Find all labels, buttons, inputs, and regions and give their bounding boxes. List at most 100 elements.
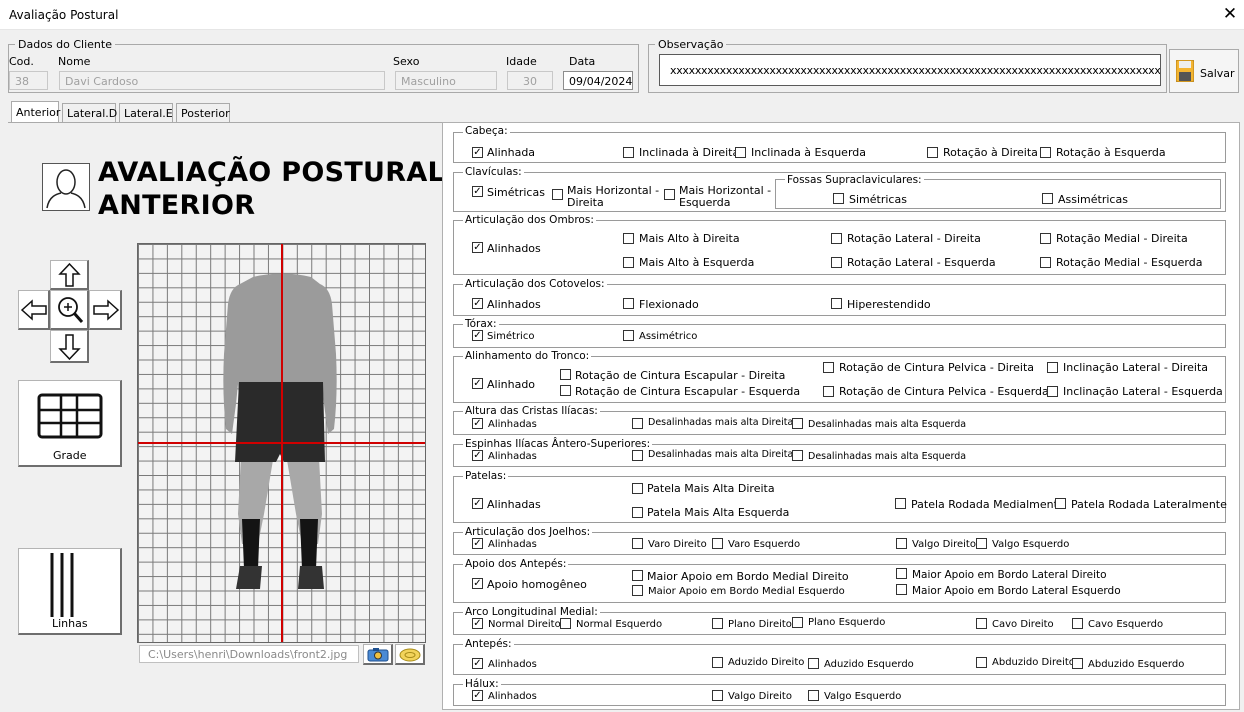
checkbox-tronco-escapular-direita[interactable] — [560, 369, 571, 380]
checkbox-ombros-alto-direita[interactable] — [623, 233, 634, 244]
label-ombros-alto-esquerda: Mais Alto à Esquerda — [639, 256, 755, 269]
checkbox-arco-plano-esquerdo[interactable] — [792, 617, 803, 628]
checkbox-cotovelos-flexionado[interactable] — [623, 298, 634, 309]
checkbox-antepes-aduzido-direito[interactable] — [712, 657, 723, 668]
clear-image-button[interactable] — [395, 644, 425, 665]
checkbox-cristas-desal-direita[interactable] — [632, 418, 643, 429]
checkbox-ombros-rot-med-direita[interactable] — [1040, 233, 1051, 244]
checkbox-halux-valgo-direito[interactable] — [712, 690, 723, 701]
close-icon[interactable]: ✕ — [1221, 4, 1239, 24]
checkbox-apoio-lateral-esquerdo[interactable] — [896, 584, 907, 595]
checkbox-joelhos-valgo-esquerdo[interactable] — [976, 538, 987, 549]
section-torax — [453, 324, 1226, 348]
checkbox-tronco-inclinacao-direita[interactable] — [1047, 362, 1058, 373]
checkbox-arco-plano-direito[interactable] — [712, 618, 723, 629]
checkbox-ombros-alinhados[interactable]: ✓ — [472, 242, 483, 253]
image-path-field[interactable]: C:\Users\henri\Downloads\front2.jpg — [139, 645, 359, 663]
section-title-torax: Tórax: — [463, 318, 499, 330]
label-patelas-alta-esquerda: Patela Mais Alta Esquerda — [647, 506, 790, 519]
tab-posterior[interactable]: Posterior — [176, 103, 230, 122]
label-joelhos-alinhadas: Alinhadas — [488, 539, 537, 550]
checkbox-halux-valgo-esquerdo[interactable] — [808, 690, 819, 701]
checkbox-torax-simetrico[interactable]: ✓ — [472, 330, 483, 341]
checkbox-joelhos-valgo-direito[interactable] — [896, 538, 907, 549]
checkbox-apoio-lateral-direito[interactable] — [896, 568, 907, 579]
checkbox-arco-cavo-direito[interactable] — [976, 618, 987, 629]
checkbox-ombros-rot-med-esquerda[interactable] — [1040, 257, 1051, 268]
zoom-icon — [58, 297, 84, 323]
idade-label: Idade — [506, 55, 537, 68]
checkbox-cabeca-rotacao-esquerda[interactable] — [1040, 147, 1051, 158]
tab-lateral-e[interactable]: Lateral.E — [119, 103, 173, 122]
checkbox-tronco-inclinacao-esquerda[interactable] — [1047, 386, 1058, 397]
label-antepes-alinhados: Alinhados — [488, 659, 537, 670]
label-tronco-pelvica-esquerda: Rotação de Cintura Pelvica - Esquerda — [839, 385, 1049, 398]
data-field[interactable]: 09/04/2024 — [563, 71, 633, 90]
lines-icon — [50, 553, 74, 617]
checkbox-claviculas-horizontal-direita[interactable] — [552, 189, 563, 200]
move-up-button[interactable] — [50, 260, 89, 290]
checkbox-espinhas-desal-esquerda[interactable] — [792, 450, 803, 461]
cod-field[interactable]: 38 — [9, 71, 48, 90]
checkbox-arco-normal-esquerdo[interactable] — [560, 618, 571, 629]
checkbox-cabeca-alinhada[interactable]: ✓ — [472, 147, 483, 158]
observacao-field[interactable]: xxxxxxxxxxxxxxxxxxxxxxxxxxxxxxxxxxxxxxxx… — [659, 54, 1161, 86]
checkbox-tronco-pelvica-direita[interactable] — [823, 362, 834, 373]
checkbox-ombros-alto-esquerda[interactable] — [623, 257, 634, 268]
checkbox-cabeca-rotacao-direita[interactable] — [927, 147, 938, 158]
idade-field[interactable]: 30 — [507, 71, 553, 90]
checkbox-antepes-abduzido-esquerdo[interactable] — [1072, 658, 1083, 669]
checkbox-espinhas-desal-direita[interactable] — [632, 450, 643, 461]
checkbox-tronco-escapular-esquerda[interactable] — [560, 385, 571, 396]
checkbox-patelas-rodada-medial[interactable] — [895, 498, 906, 509]
checkbox-joelhos-alinhadas[interactable]: ✓ — [472, 538, 483, 549]
checkbox-espinhas-alinhadas[interactable]: ✓ — [472, 450, 483, 461]
label-joelhos-valgo-esquerdo: Valgo Esquerdo — [992, 539, 1070, 550]
move-left-button[interactable] — [18, 290, 50, 330]
checkbox-antepes-abduzido-direito[interactable] — [976, 657, 987, 668]
tab-lateral-d[interactable]: Lateral.D — [62, 103, 117, 122]
checkbox-claviculas-simetricas[interactable]: ✓ — [472, 186, 483, 197]
sexo-field[interactable]: Masculino — [395, 71, 497, 90]
checkbox-patelas-alinhadas[interactable]: ✓ — [472, 498, 483, 509]
label-cristas-alinhadas: Alinhadas — [488, 419, 537, 430]
posture-photo[interactable] — [137, 243, 426, 643]
checkbox-tronco-pelvica-esquerda[interactable] — [823, 386, 834, 397]
checkbox-cristas-alinhadas[interactable]: ✓ — [472, 418, 483, 429]
checkbox-antepes-alinhados[interactable]: ✓ — [472, 658, 483, 669]
checkbox-ombros-rot-lat-direita[interactable] — [831, 233, 842, 244]
grade-button[interactable]: Grade — [18, 380, 122, 467]
checkbox-fossas-simetricas[interactable] — [833, 193, 844, 204]
checkbox-patelas-alta-esquerda[interactable] — [632, 507, 643, 518]
checkbox-apoio-medial-esquerdo[interactable] — [632, 585, 643, 596]
move-down-button[interactable] — [50, 330, 89, 363]
checkbox-apoio-medial-direito[interactable] — [632, 570, 643, 581]
tab-anterior[interactable]: Anterior — [11, 101, 60, 123]
checkbox-antepes-aduzido-esquerdo[interactable] — [808, 658, 819, 669]
checkbox-cristas-desal-esquerda[interactable] — [792, 418, 803, 429]
checkbox-arco-normal-direito[interactable]: ✓ — [472, 618, 483, 629]
checkbox-arco-cavo-esquerdo[interactable] — [1072, 618, 1083, 629]
checkbox-cabeca-inclinada-direita[interactable] — [623, 147, 634, 158]
load-image-button[interactable] — [363, 644, 393, 665]
checkbox-joelhos-varo-direito[interactable] — [632, 538, 643, 549]
checkbox-joelhos-varo-esquerdo[interactable] — [712, 538, 723, 549]
checkbox-claviculas-horizontal-esquerda[interactable] — [664, 189, 675, 200]
linhas-button[interactable]: Linhas — [18, 548, 122, 635]
move-right-button[interactable] — [89, 290, 122, 330]
checkbox-tronco-alinhado[interactable]: ✓ — [472, 378, 483, 389]
checkbox-apoio-homogeneo[interactable]: ✓ — [472, 578, 483, 589]
zoom-button[interactable] — [50, 290, 89, 330]
checkbox-cotovelos-hiperestendido[interactable] — [831, 298, 842, 309]
save-button[interactable]: Salvar — [1169, 49, 1239, 93]
checkbox-ombros-rot-lat-esquerda[interactable] — [831, 257, 842, 268]
checkbox-fossas-assimetricas[interactable] — [1042, 193, 1053, 204]
checkbox-patelas-alta-direita[interactable] — [632, 483, 643, 494]
checkbox-patelas-rodada-lateral[interactable] — [1055, 498, 1066, 509]
checkbox-cotovelos-alinhados[interactable]: ✓ — [472, 298, 483, 309]
checkbox-halux-alinhados[interactable]: ✓ — [472, 690, 483, 701]
checkbox-torax-assimetrico[interactable] — [623, 330, 634, 341]
nome-field[interactable]: Davi Cardoso — [59, 71, 385, 90]
checkbox-cabeca-inclinada-esquerda[interactable] — [735, 147, 746, 158]
label-claviculas-horizontal-direita: Mais Horizontal - Direita — [567, 185, 659, 209]
